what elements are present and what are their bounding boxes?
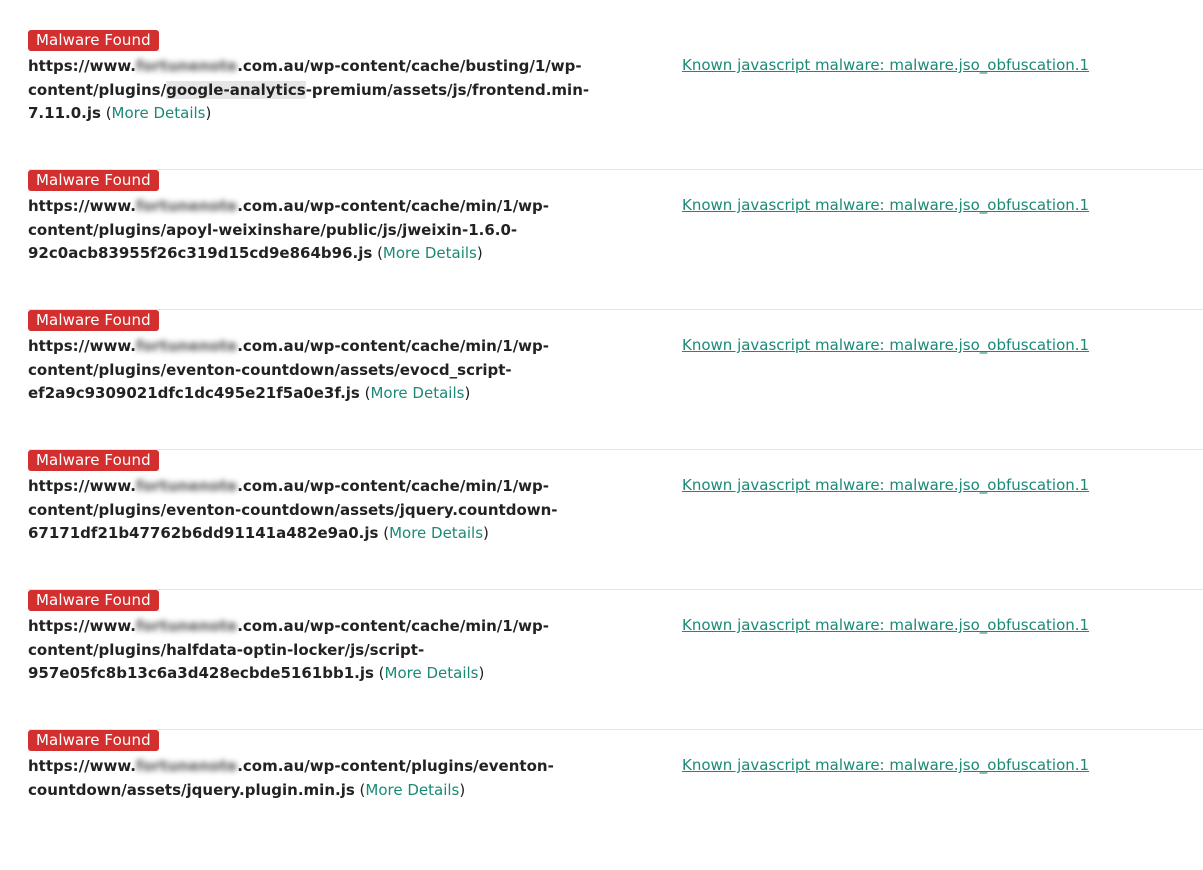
file-path: https://www.fortunenote.com.au/wp-conten… (28, 57, 590, 122)
result-file-info: Malware Found https://www.fortunenote.co… (28, 30, 648, 126)
result-signature: Known javascript malware: malware.jso_ob… (682, 474, 1089, 496)
result-file-info: Malware Found https://www.fortunenote.co… (28, 590, 648, 686)
result-row: Malware Found https://www.fortunenote.co… (28, 730, 1203, 870)
malware-found-badge: Malware Found (28, 450, 159, 471)
more-details-link[interactable]: More Details (385, 664, 479, 682)
result-row: Malware Found https://www.fortunenote.co… (28, 310, 1203, 450)
redacted-domain: fortunenote (135, 57, 238, 75)
result-row: Malware Found https://www.fortunenote.co… (28, 450, 1203, 590)
result-file-info: Malware Found https://www.fortunenote.co… (28, 730, 648, 802)
result-row: Malware Found https://www.fortunenote.co… (28, 170, 1203, 310)
redacted-domain: fortunenote (135, 197, 238, 215)
more-details: (More Details) (359, 384, 471, 402)
malware-found-badge: Malware Found (28, 310, 159, 331)
result-file-info: Malware Found https://www.fortunenote.co… (28, 310, 648, 406)
result-signature: Known javascript malware: malware.jso_ob… (682, 754, 1089, 776)
more-details: (More Details) (372, 244, 483, 262)
result-signature: Known javascript malware: malware.jso_ob… (682, 614, 1089, 636)
redacted-domain: fortunenote (135, 617, 238, 635)
more-details-link[interactable]: More Details (370, 384, 464, 402)
signature-link[interactable]: Known javascript malware: malware.jso_ob… (682, 616, 1089, 634)
signature-link[interactable]: Known javascript malware: malware.jso_ob… (682, 336, 1089, 354)
more-details: (More Details) (378, 524, 489, 542)
signature-link[interactable]: Known javascript malware: malware.jso_ob… (682, 56, 1089, 74)
result-row: Malware Found https://www.fortunenote.co… (28, 30, 1203, 170)
more-details-link[interactable]: More Details (383, 244, 477, 262)
result-file-info: Malware Found https://www.fortunenote.co… (28, 170, 648, 266)
malware-found-badge: Malware Found (28, 30, 159, 51)
more-details: (More Details) (100, 104, 212, 122)
file-path: https://www.fortunenote.com.au/wp-conten… (28, 337, 549, 402)
result-signature: Known javascript malware: malware.jso_ob… (682, 194, 1089, 216)
more-details-link[interactable]: More Details (112, 104, 206, 122)
highlighted-text: google-analytics (166, 80, 306, 99)
result-row: Malware Found https://www.fortunenote.co… (28, 590, 1203, 730)
redacted-domain: fortunenote (135, 477, 238, 495)
file-path: https://www.fortunenote.com.au/wp-conten… (28, 477, 558, 542)
signature-link[interactable]: Known javascript malware: malware.jso_ob… (682, 476, 1089, 494)
redacted-domain: fortunenote (135, 757, 238, 775)
file-path: https://www.fortunenote.com.au/wp-conten… (28, 197, 549, 262)
malware-found-badge: Malware Found (28, 170, 159, 191)
malware-found-badge: Malware Found (28, 730, 159, 751)
result-file-info: Malware Found https://www.fortunenote.co… (28, 450, 648, 546)
file-path: https://www.fortunenote.com.au/wp-conten… (28, 617, 549, 682)
malware-found-badge: Malware Found (28, 590, 159, 611)
more-details: (More Details) (373, 664, 485, 682)
file-path: https://www.fortunenote.com.au/wp-conten… (28, 757, 554, 799)
result-signature: Known javascript malware: malware.jso_ob… (682, 54, 1089, 76)
signature-link[interactable]: Known javascript malware: malware.jso_ob… (682, 196, 1089, 214)
more-details-link[interactable]: More Details (365, 781, 459, 799)
redacted-domain: fortunenote (135, 337, 238, 355)
result-signature: Known javascript malware: malware.jso_ob… (682, 334, 1089, 356)
malware-results-list: Malware Found https://www.fortunenote.co… (28, 30, 1203, 870)
more-details: (More Details) (354, 780, 466, 799)
more-details-link[interactable]: More Details (389, 524, 483, 542)
signature-link[interactable]: Known javascript malware: malware.jso_ob… (682, 756, 1089, 774)
